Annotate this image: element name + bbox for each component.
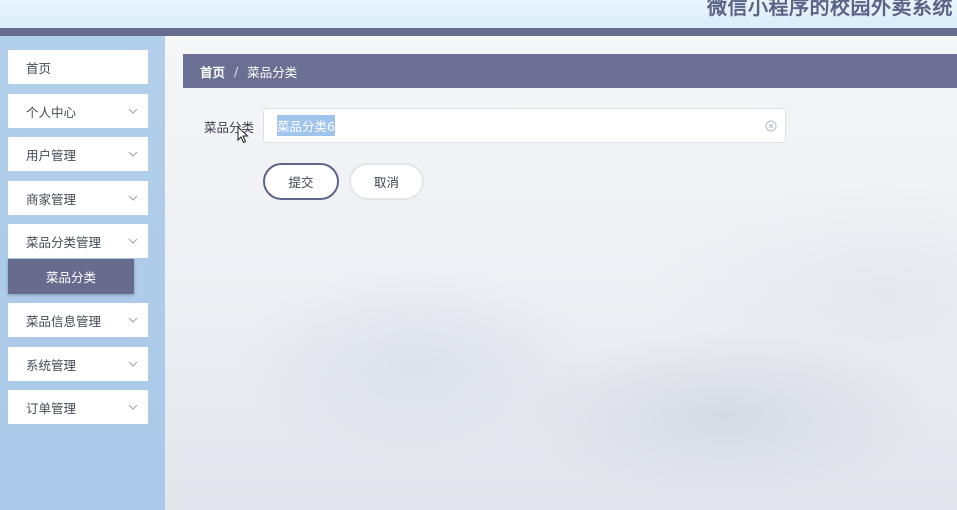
circle-close-icon[interactable] [765,120,777,132]
sidebar-item-merchant-management[interactable]: 商家管理 [8,181,148,215]
sidebar-item-user-management[interactable]: 用户管理 [8,137,148,171]
chevron-down-icon [128,317,138,323]
chevron-down-icon [128,195,138,201]
top-header: 微信小程序的校园外卖系统 [0,0,957,28]
cancel-button[interactable]: 取消 [349,163,424,200]
chevron-down-icon [128,361,138,367]
breadcrumb-current: 菜品分类 [247,64,298,80]
submit-button[interactable]: 提交 [263,163,339,200]
breadcrumb-separator: / [234,63,239,79]
sidebar-item-label: 系统管理 [26,357,77,373]
sidebar-item-label: 用户管理 [26,147,77,163]
sidebar-item-dish-category-management[interactable]: 菜品分类管理 [8,224,148,258]
sidebar-item-label: 菜品分类管理 [26,234,102,250]
sidebar-subitem-dish-category[interactable]: 菜品分类 [8,259,134,294]
chevron-down-icon [128,108,138,114]
mouse-cursor-icon [237,126,249,144]
sidebar-item-label: 个人中心 [26,104,77,120]
chevron-down-icon [128,151,138,157]
sidebar-item-personal-center[interactable]: 个人中心 [8,94,148,128]
sidebar-item-label: 商家管理 [26,191,77,207]
sidebar-subitem-label: 菜品分类 [45,270,96,285]
sidebar: 首页 个人中心 用户管理 商家管理 菜品分类管理 菜品分类 菜品信息管理 系统管… [0,36,165,510]
breadcrumb: 首页 / 菜品分类 [183,54,957,88]
sidebar-item-system-management[interactable]: 系统管理 [8,347,148,381]
breadcrumb-home-link[interactable]: 首页 [200,62,225,81]
chevron-down-icon [128,238,138,244]
sidebar-item-label: 菜品信息管理 [26,313,102,329]
dish-category-input[interactable]: 菜品分类6 [263,108,786,143]
main-content: 首页 / 菜品分类 菜品分类 菜品分类6 提交 取消 [165,36,957,510]
app-title: 微信小程序的校园外卖系统 [707,0,953,19]
sidebar-item-home[interactable]: 首页 [8,50,148,84]
sidebar-item-label: 订单管理 [26,400,77,416]
sidebar-item-order-management[interactable]: 订单管理 [8,390,148,424]
chevron-down-icon [128,404,138,410]
sidebar-item-dish-info-management[interactable]: 菜品信息管理 [8,303,148,337]
header-divider-bar [0,28,957,36]
dish-category-input-value: 菜品分类6 [277,115,335,136]
sidebar-item-label: 首页 [26,60,52,76]
